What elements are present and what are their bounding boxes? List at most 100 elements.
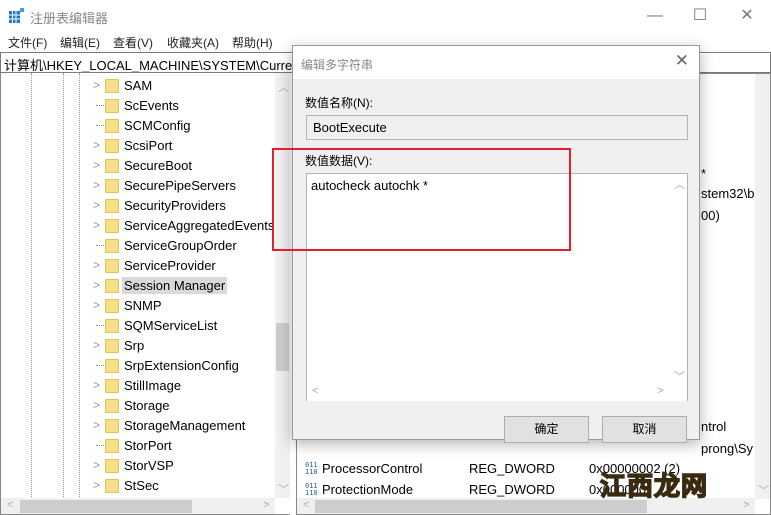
tree-item-label: SecureBoot — [124, 158, 192, 173]
folder-icon — [105, 479, 119, 493]
tree-item-label: Storage — [124, 398, 170, 413]
menu-help[interactable]: 帮助(H) — [232, 34, 273, 51]
tree-item[interactable]: SrpExtensionConfig — [93, 356, 273, 376]
tree-item-label: StorVSP — [124, 458, 174, 473]
chevron-right-icon[interactable]: > — [93, 338, 103, 352]
dialog-title-bar: 编辑多字符串 ✕ — [293, 46, 699, 79]
tree-item-label: StillImage — [124, 378, 182, 393]
chevron-right-icon[interactable]: > — [93, 478, 103, 492]
tree-item[interactable]: > ServiceAggregatedEvents — [93, 216, 274, 236]
chevron-right-icon[interactable]: > — [93, 458, 103, 472]
chevron-right-icon[interactable]: > — [93, 418, 103, 432]
tree-item-label: SNMP — [124, 298, 162, 313]
scroll-down-icon[interactable]: ﹀ — [278, 481, 289, 497]
tree-item[interactable]: > SNMP — [93, 296, 273, 316]
chevron-right-icon[interactable]: > — [93, 378, 103, 392]
menu-favorites[interactable]: 收藏夹(A) — [167, 34, 219, 51]
tree-item[interactable]: > SAM — [93, 76, 273, 96]
textarea-vertical-scrollbar[interactable]: ︿ ﹀ — [670, 174, 687, 384]
ok-button[interactable]: 确定 — [504, 416, 589, 443]
tree-item[interactable]: > SecurityProviders — [93, 196, 273, 216]
chevron-right-icon[interactable]: > — [93, 278, 103, 292]
textarea-horizontal-scrollbar[interactable]: < > — [307, 384, 687, 401]
scroll-right-icon[interactable]: > — [657, 385, 663, 397]
dialog-close-icon[interactable]: ✕ — [675, 51, 689, 71]
value-type: REG_DWORD — [469, 482, 555, 497]
tree-item[interactable]: StorPort — [93, 436, 273, 456]
tree-item-label: ServiceGroupOrder — [124, 238, 237, 253]
chevron-right-icon[interactable]: > — [93, 178, 103, 192]
tree-item[interactable]: ServiceGroupOrder — [93, 236, 273, 256]
folder-icon — [105, 419, 119, 433]
folder-icon — [105, 179, 119, 193]
chevron-right-icon[interactable]: > — [93, 78, 103, 92]
tree-item[interactable]: > StSec — [93, 476, 273, 496]
tree-item-label: SrpExtensionConfig — [124, 358, 239, 373]
dialog-title: 编辑多字符串 — [301, 58, 374, 72]
chevron-right-icon[interactable]: > — [93, 258, 103, 272]
tree-item[interactable]: SQMServiceList — [93, 316, 273, 336]
tree-item[interactable]: > ServiceProvider — [93, 256, 273, 276]
tree-hscroll-thumb[interactable] — [20, 500, 192, 513]
tree-item-label: SecurePipeServers — [124, 178, 236, 193]
tree-item[interactable]: ScEvents — [93, 96, 273, 116]
folder-icon — [105, 359, 119, 373]
tree-item[interactable]: > StorVSP — [93, 456, 273, 476]
value-fragment: prong\Sy — [701, 441, 754, 456]
tree-connector — [96, 445, 104, 446]
folder-icon — [105, 299, 119, 313]
folder-icon — [105, 199, 119, 213]
scroll-left-icon[interactable]: < — [7, 499, 13, 511]
tree-item[interactable]: > StorageManagement — [93, 416, 273, 436]
folder-icon — [105, 139, 119, 153]
folder-icon — [105, 339, 119, 353]
close-button[interactable]: ✕ — [737, 6, 757, 26]
tree-item[interactable]: > ScsiPort — [93, 136, 273, 156]
scroll-down-icon[interactable]: ﹀ — [674, 368, 685, 384]
maximize-button[interactable]: ☐ — [690, 6, 710, 26]
tree-item[interactable]: > SecureBoot — [93, 156, 273, 176]
value-name-field: BootExecute — [306, 115, 688, 140]
tree-item[interactable]: > Storage — [93, 396, 273, 416]
tree-item[interactable]: SCMConfig — [93, 116, 273, 136]
title-bar: 注册表编辑器 — ☐ ✕ — [0, 0, 771, 32]
tree-item-label: SecurityProviders — [124, 198, 226, 213]
reg-binary-icon: 011 110 — [305, 482, 318, 497]
chevron-right-icon[interactable]: > — [93, 218, 103, 232]
values-vertical-scrollbar[interactable]: ﹀ — [755, 74, 770, 499]
scroll-left-icon[interactable]: < — [303, 499, 309, 511]
tree-item[interactable]: > StillImage — [93, 376, 273, 396]
tree-item[interactable]: > Session Manager — [93, 276, 273, 296]
menu-view[interactable]: 查看(V) — [113, 34, 153, 51]
tree-item-label: SCMConfig — [124, 118, 191, 133]
tree-vertical-scrollbar[interactable]: ︿ ﹀ — [275, 73, 290, 498]
tree-item-label: ScsiPort — [124, 138, 173, 153]
scroll-up-icon[interactable]: ︿ — [674, 176, 685, 192]
watermark-logo: 江西龙网 — [599, 470, 709, 502]
value-name-label: 数值名称(N): — [305, 96, 373, 110]
registry-editor-icon — [9, 8, 24, 23]
cancel-button[interactable]: 取消 — [602, 416, 687, 443]
scroll-up-icon[interactable]: ︿ — [278, 79, 289, 95]
tree-scroll-thumb[interactable] — [276, 323, 289, 371]
chevron-right-icon[interactable]: > — [93, 298, 103, 312]
chevron-right-icon[interactable]: > — [93, 398, 103, 412]
folder-icon — [105, 459, 119, 473]
menu-edit[interactable]: 编辑(E) — [60, 34, 100, 51]
folder-icon — [105, 439, 119, 453]
scroll-right-icon[interactable]: > — [743, 499, 749, 511]
value-name: ProcessorControl — [322, 461, 423, 476]
chevron-right-icon[interactable]: > — [93, 198, 103, 212]
chevron-right-icon[interactable]: > — [93, 138, 103, 152]
minimize-button[interactable]: — — [645, 6, 665, 26]
tree-item-label: ServiceProvider — [124, 258, 216, 273]
chevron-right-icon[interactable]: > — [93, 158, 103, 172]
scroll-right-icon[interactable]: > — [263, 499, 269, 511]
scroll-left-icon[interactable]: < — [312, 385, 318, 397]
tree-item[interactable]: > SecurePipeServers — [93, 176, 273, 196]
tree-item-label: Session Manager — [122, 277, 228, 294]
menu-file[interactable]: 文件(F) — [8, 34, 47, 51]
tree-item[interactable]: > Srp — [93, 336, 273, 356]
values-hscroll-thumb[interactable] — [315, 500, 647, 513]
scroll-down-icon[interactable]: ﹀ — [758, 482, 769, 498]
